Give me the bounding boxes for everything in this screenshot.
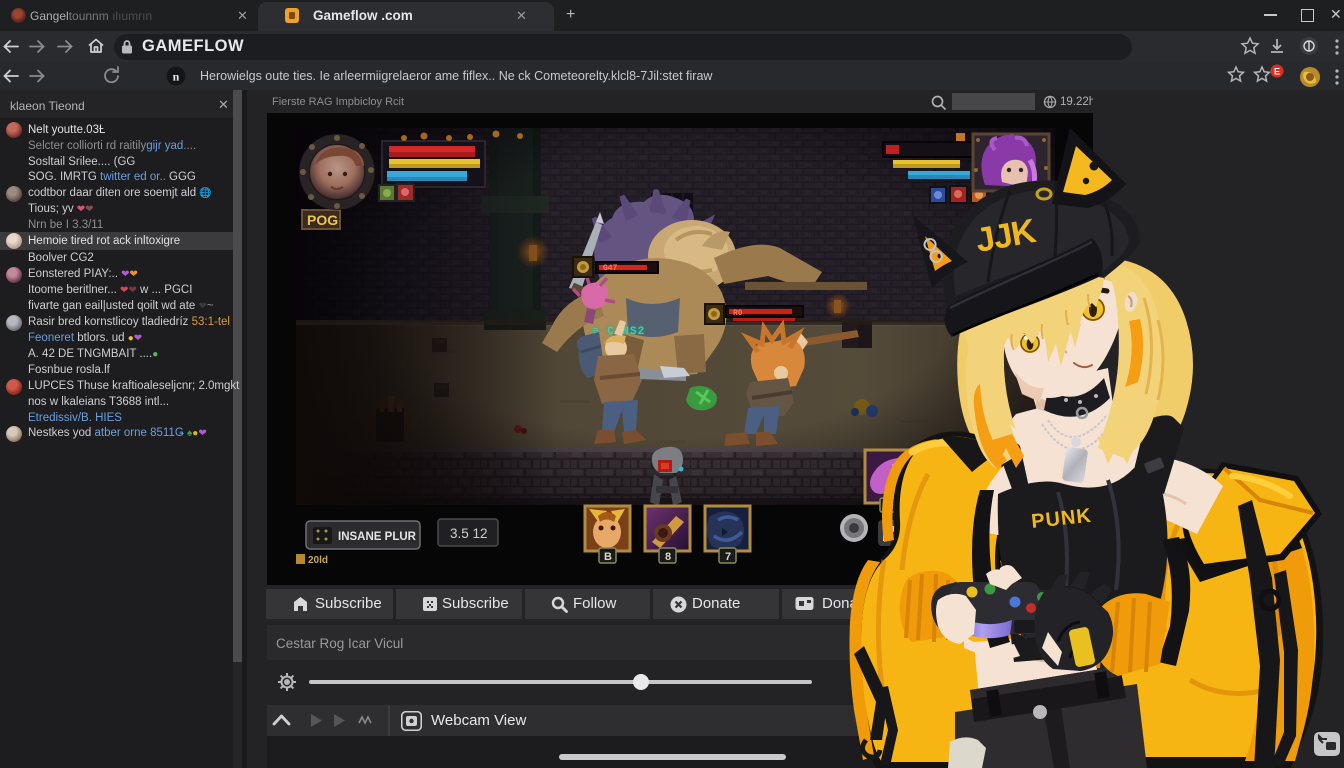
- svg-text:E: E: [1274, 67, 1280, 77]
- svg-text:B: B: [604, 551, 612, 563]
- svg-text:7: 7: [725, 551, 731, 563]
- svg-text:n: n: [173, 70, 180, 84]
- svg-text:3.5 12: 3.5 12: [450, 526, 488, 541]
- svg-text:INSANE PLUR: INSANE PLUR: [338, 531, 417, 543]
- svg-text:POG: POG: [307, 212, 338, 228]
- svg-text:G47: G47: [603, 264, 618, 273]
- svg-text:20ld: 20ld: [308, 555, 328, 566]
- svg-text:8: 8: [665, 551, 671, 563]
- svg-text:R0: R0: [733, 309, 743, 318]
